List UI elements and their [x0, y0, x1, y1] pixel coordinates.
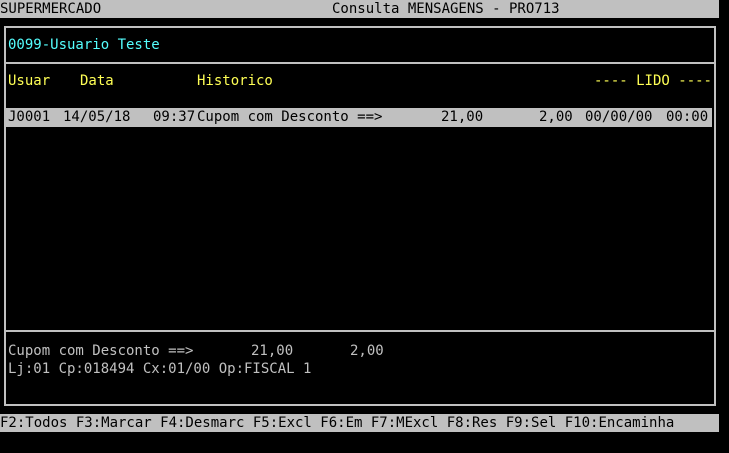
current-user: 0099-Usuario Teste	[8, 37, 160, 53]
row-user[interactable]: J0001	[8, 108, 50, 126]
company-name: SUPERMERCADO	[0, 1, 102, 17]
detail-value2: 2,00	[350, 343, 384, 359]
detail-historico: Cupom com Desconto ==>	[8, 343, 194, 359]
detail-info: Lj:01 Cp:018494 Cx:01/00 Op:FISCAL 1	[8, 361, 312, 377]
row-lido-date[interactable]: 00/00/00	[585, 108, 652, 126]
detail-divider	[4, 330, 716, 332]
column-header-usuar: Usuar	[8, 73, 51, 89]
row-value1[interactable]: 21,00	[441, 108, 483, 126]
header-divider	[4, 62, 716, 64]
row-date[interactable]: 14/05/18	[63, 108, 130, 126]
title-bar: SUPERMERCADO Consulta MENSAGENS - PRO713	[0, 0, 719, 18]
function-key-bar[interactable]: F2:Todos F3:Marcar F4:Desmarc F5:Excl F6…	[0, 414, 719, 432]
row-historico[interactable]: Cupom com Desconto ==>	[197, 108, 382, 126]
function-keys[interactable]: F2:Todos F3:Marcar F4:Desmarc F5:Excl F6…	[0, 414, 674, 432]
column-header-historico: Historico	[197, 73, 273, 89]
screen-title: Consulta MENSAGENS - PRO713	[332, 1, 560, 17]
column-header-data: Data	[80, 73, 114, 89]
row-time[interactable]: 09:37	[153, 108, 195, 126]
detail-value1: 21,00	[251, 343, 294, 359]
row-value2[interactable]: 2,00	[539, 108, 573, 126]
column-header-lido: ---- LIDO ----	[593, 73, 712, 89]
row-lido-time[interactable]: 00:00	[666, 108, 708, 126]
